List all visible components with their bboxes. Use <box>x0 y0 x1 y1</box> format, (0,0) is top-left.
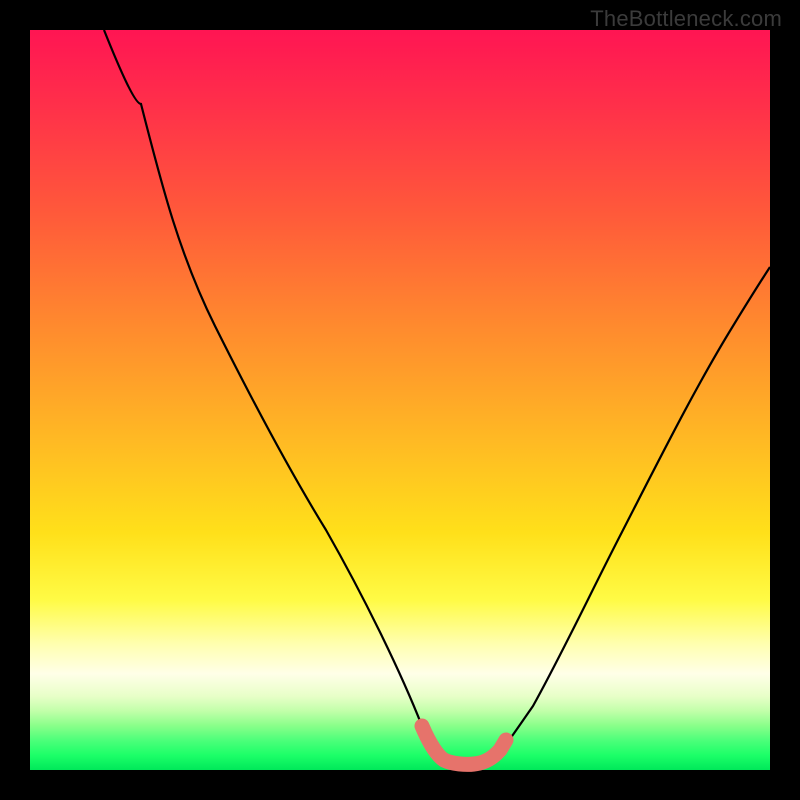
curve-svg <box>30 30 770 770</box>
chart-container: TheBottleneck.com <box>0 0 800 800</box>
valley-highlight-segment <box>422 726 506 764</box>
bottleneck-curve-line <box>104 30 770 763</box>
plot-area <box>30 30 770 770</box>
watermark-text: TheBottleneck.com <box>590 6 782 32</box>
